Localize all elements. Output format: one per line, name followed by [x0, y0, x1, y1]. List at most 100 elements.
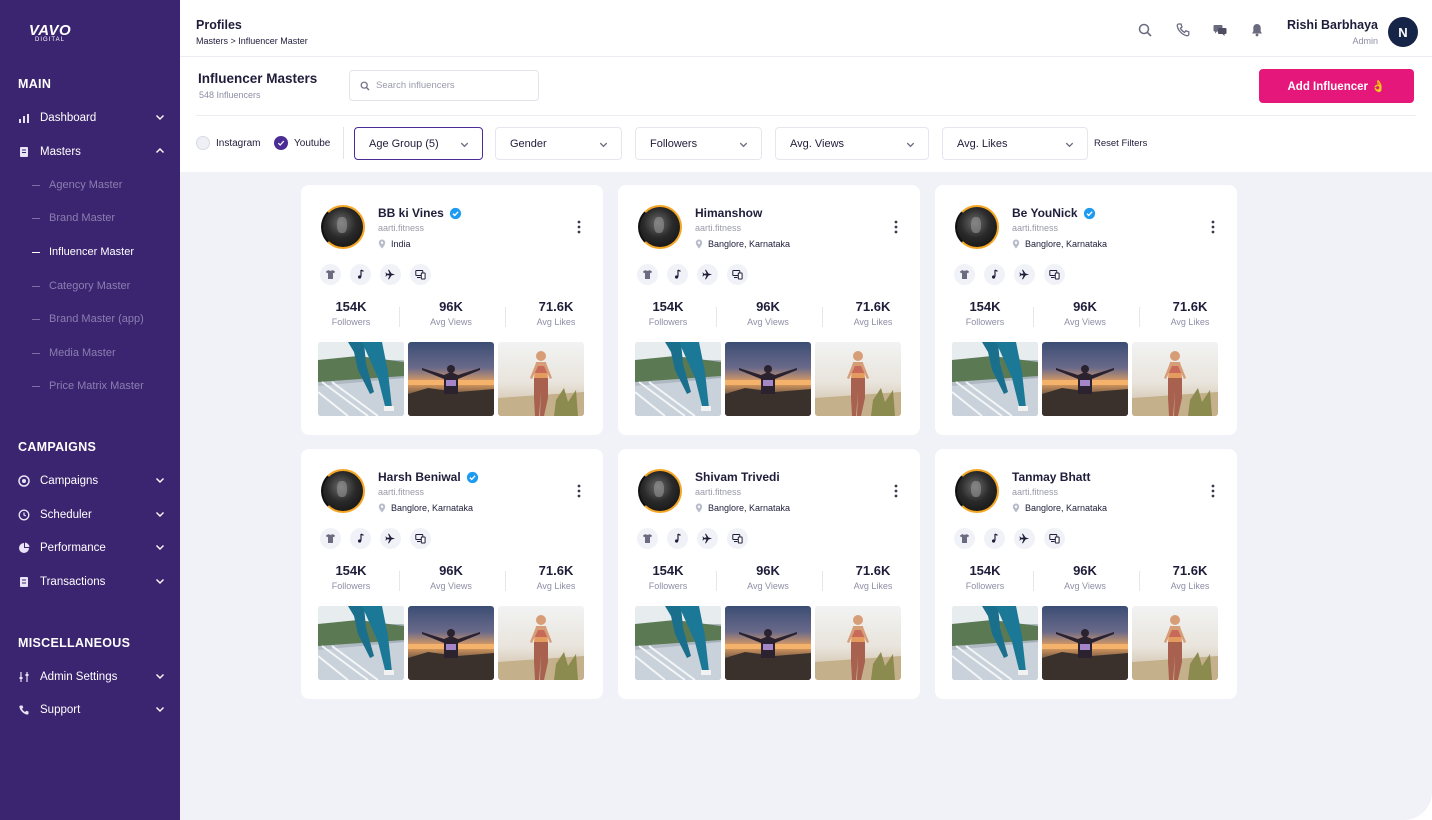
more-options-icon[interactable] [892, 220, 900, 234]
media-thumbnail[interactable] [1132, 606, 1218, 680]
influencer-name[interactable]: BB ki Vines [378, 206, 462, 220]
bell-icon[interactable] [1249, 22, 1265, 38]
media-thumbnail[interactable] [1042, 606, 1128, 680]
media-thumbnail[interactable] [725, 606, 811, 680]
airplane-icon[interactable] [380, 264, 401, 285]
search-icon[interactable] [1137, 22, 1153, 38]
reset-filters-link[interactable]: Reset Filters [1094, 138, 1147, 149]
music-note-icon[interactable] [984, 264, 1005, 285]
music-note-icon[interactable] [667, 528, 688, 549]
airplane-icon[interactable] [380, 528, 401, 549]
avatar[interactable] [638, 469, 682, 513]
chat-icon[interactable] [1212, 22, 1228, 38]
more-options-icon[interactable] [1209, 220, 1217, 234]
influencer-card[interactable]: BB ki Vines aarti.fitness India 154K Fol… [301, 185, 603, 435]
avatar[interactable] [321, 205, 365, 249]
tshirt-icon[interactable] [954, 528, 975, 549]
influencer-card[interactable]: Shivam Trivedi aarti.fitness Banglore, K… [618, 449, 920, 699]
airplane-icon[interactable] [1014, 264, 1035, 285]
sidebar-sub-media-master[interactable]: Media Master [32, 347, 116, 359]
sidebar-item-campaigns[interactable]: Campaigns [18, 471, 166, 491]
media-thumbnail[interactable] [635, 606, 721, 680]
media-thumbnail[interactable] [952, 342, 1038, 416]
devices-icon[interactable] [1044, 528, 1065, 549]
sidebar-item-support[interactable]: Support [18, 700, 166, 720]
more-options-icon[interactable] [892, 484, 900, 498]
media-thumbnail[interactable] [498, 342, 584, 416]
airplane-icon[interactable] [1014, 528, 1035, 549]
devices-icon[interactable] [727, 264, 748, 285]
media-thumbnail[interactable] [498, 606, 584, 680]
media-thumbnail[interactable] [725, 342, 811, 416]
filter-followers[interactable]: Followers [635, 127, 762, 160]
media-thumbnail[interactable] [815, 342, 901, 416]
avatar[interactable] [321, 469, 365, 513]
sidebar-item-performance[interactable]: Performance [18, 538, 166, 558]
media-thumbnail[interactable] [408, 606, 494, 680]
tshirt-icon[interactable] [637, 528, 658, 549]
media-thumbnail[interactable] [952, 606, 1038, 680]
media-thumbnail[interactable] [408, 342, 494, 416]
filter-avg-likes[interactable]: Avg. Likes [942, 127, 1088, 160]
sidebar-sub-category-master[interactable]: Category Master [32, 280, 130, 292]
media-thumbnail[interactable] [318, 606, 404, 680]
influencer-card[interactable]: Harsh Beniwal aarti.fitness Banglore, Ka… [301, 449, 603, 699]
more-options-icon[interactable] [1209, 484, 1217, 498]
filter-age-group[interactable]: Age Group (5) [354, 127, 483, 160]
media-thumbnail[interactable] [1042, 342, 1128, 416]
filter-gender[interactable]: Gender [495, 127, 622, 160]
more-options-icon[interactable] [575, 484, 583, 498]
breadcrumb[interactable]: Masters > Influencer Master [196, 36, 308, 46]
airplane-icon[interactable] [697, 264, 718, 285]
tshirt-icon[interactable] [954, 264, 975, 285]
avatar[interactable] [638, 205, 682, 249]
add-influencer-button[interactable]: Add Influencer 👌 [1259, 69, 1414, 103]
sidebar-sub-brand-master-app[interactable]: Brand Master (app) [32, 313, 144, 325]
airplane-icon[interactable] [697, 528, 718, 549]
search-input[interactable] [376, 80, 536, 91]
more-options-icon[interactable] [575, 220, 583, 234]
search-box[interactable] [349, 70, 539, 101]
music-note-icon[interactable] [350, 528, 371, 549]
media-thumbnail[interactable] [318, 342, 404, 416]
sidebar-item-masters[interactable]: Masters [18, 142, 166, 162]
sidebar-sub-agency-master[interactable]: Agency Master [32, 179, 122, 191]
sidebar-sub-influencer-master[interactable]: Influencer Master [32, 246, 134, 258]
media-thumbnail[interactable] [815, 606, 901, 680]
devices-icon[interactable] [410, 264, 431, 285]
platform-radio-instagram[interactable]: Instagram [196, 136, 260, 150]
avatar[interactable] [955, 205, 999, 249]
devices-icon[interactable] [1044, 264, 1065, 285]
tshirt-icon[interactable] [637, 264, 658, 285]
platform-radio-youtube[interactable]: Youtube [274, 136, 330, 150]
sidebar-item-admin-settings[interactable]: Admin Settings [18, 667, 166, 687]
influencer-name[interactable]: Tanmay Bhatt [1012, 470, 1090, 484]
influencer-card[interactable]: Be YouNick aarti.fitness Banglore, Karna… [935, 185, 1237, 435]
avatar[interactable] [955, 469, 999, 513]
music-note-icon[interactable] [350, 264, 371, 285]
phone-icon[interactable] [1175, 22, 1191, 38]
influencer-name[interactable]: Harsh Beniwal [378, 470, 479, 484]
music-note-icon[interactable] [667, 264, 688, 285]
media-thumbnail[interactable] [1132, 342, 1218, 416]
brand-logo[interactable]: VAVO DIGITAL [20, 22, 80, 43]
filter-avg-views[interactable]: Avg. Views [775, 127, 929, 160]
sidebar-item-scheduler[interactable]: Scheduler [18, 505, 166, 525]
tshirt-icon[interactable] [320, 264, 341, 285]
sidebar-item-dashboard[interactable]: Dashboard [18, 108, 166, 128]
sidebar-sub-brand-master[interactable]: Brand Master [32, 212, 115, 224]
avatar[interactable]: N [1388, 17, 1418, 47]
influencer-name[interactable]: Shivam Trivedi [695, 470, 780, 484]
influencer-name[interactable]: Be YouNick [1012, 206, 1096, 220]
devices-icon[interactable] [727, 528, 748, 549]
sidebar-item-transactions[interactable]: Transactions [18, 572, 166, 592]
influencer-card[interactable]: Tanmay Bhatt aarti.fitness Banglore, Kar… [935, 449, 1237, 699]
music-note-icon[interactable] [984, 528, 1005, 549]
influencer-card[interactable]: Himanshow aarti.fitness Banglore, Karnat… [618, 185, 920, 435]
influencer-name[interactable]: Himanshow [695, 206, 762, 220]
media-thumbnail[interactable] [635, 342, 721, 416]
devices-icon[interactable] [410, 528, 431, 549]
tshirt-icon[interactable] [320, 528, 341, 549]
user-name[interactable]: Rishi Barbhaya [1287, 18, 1378, 32]
sidebar-sub-price-matrix-master[interactable]: Price Matrix Master [32, 380, 144, 392]
